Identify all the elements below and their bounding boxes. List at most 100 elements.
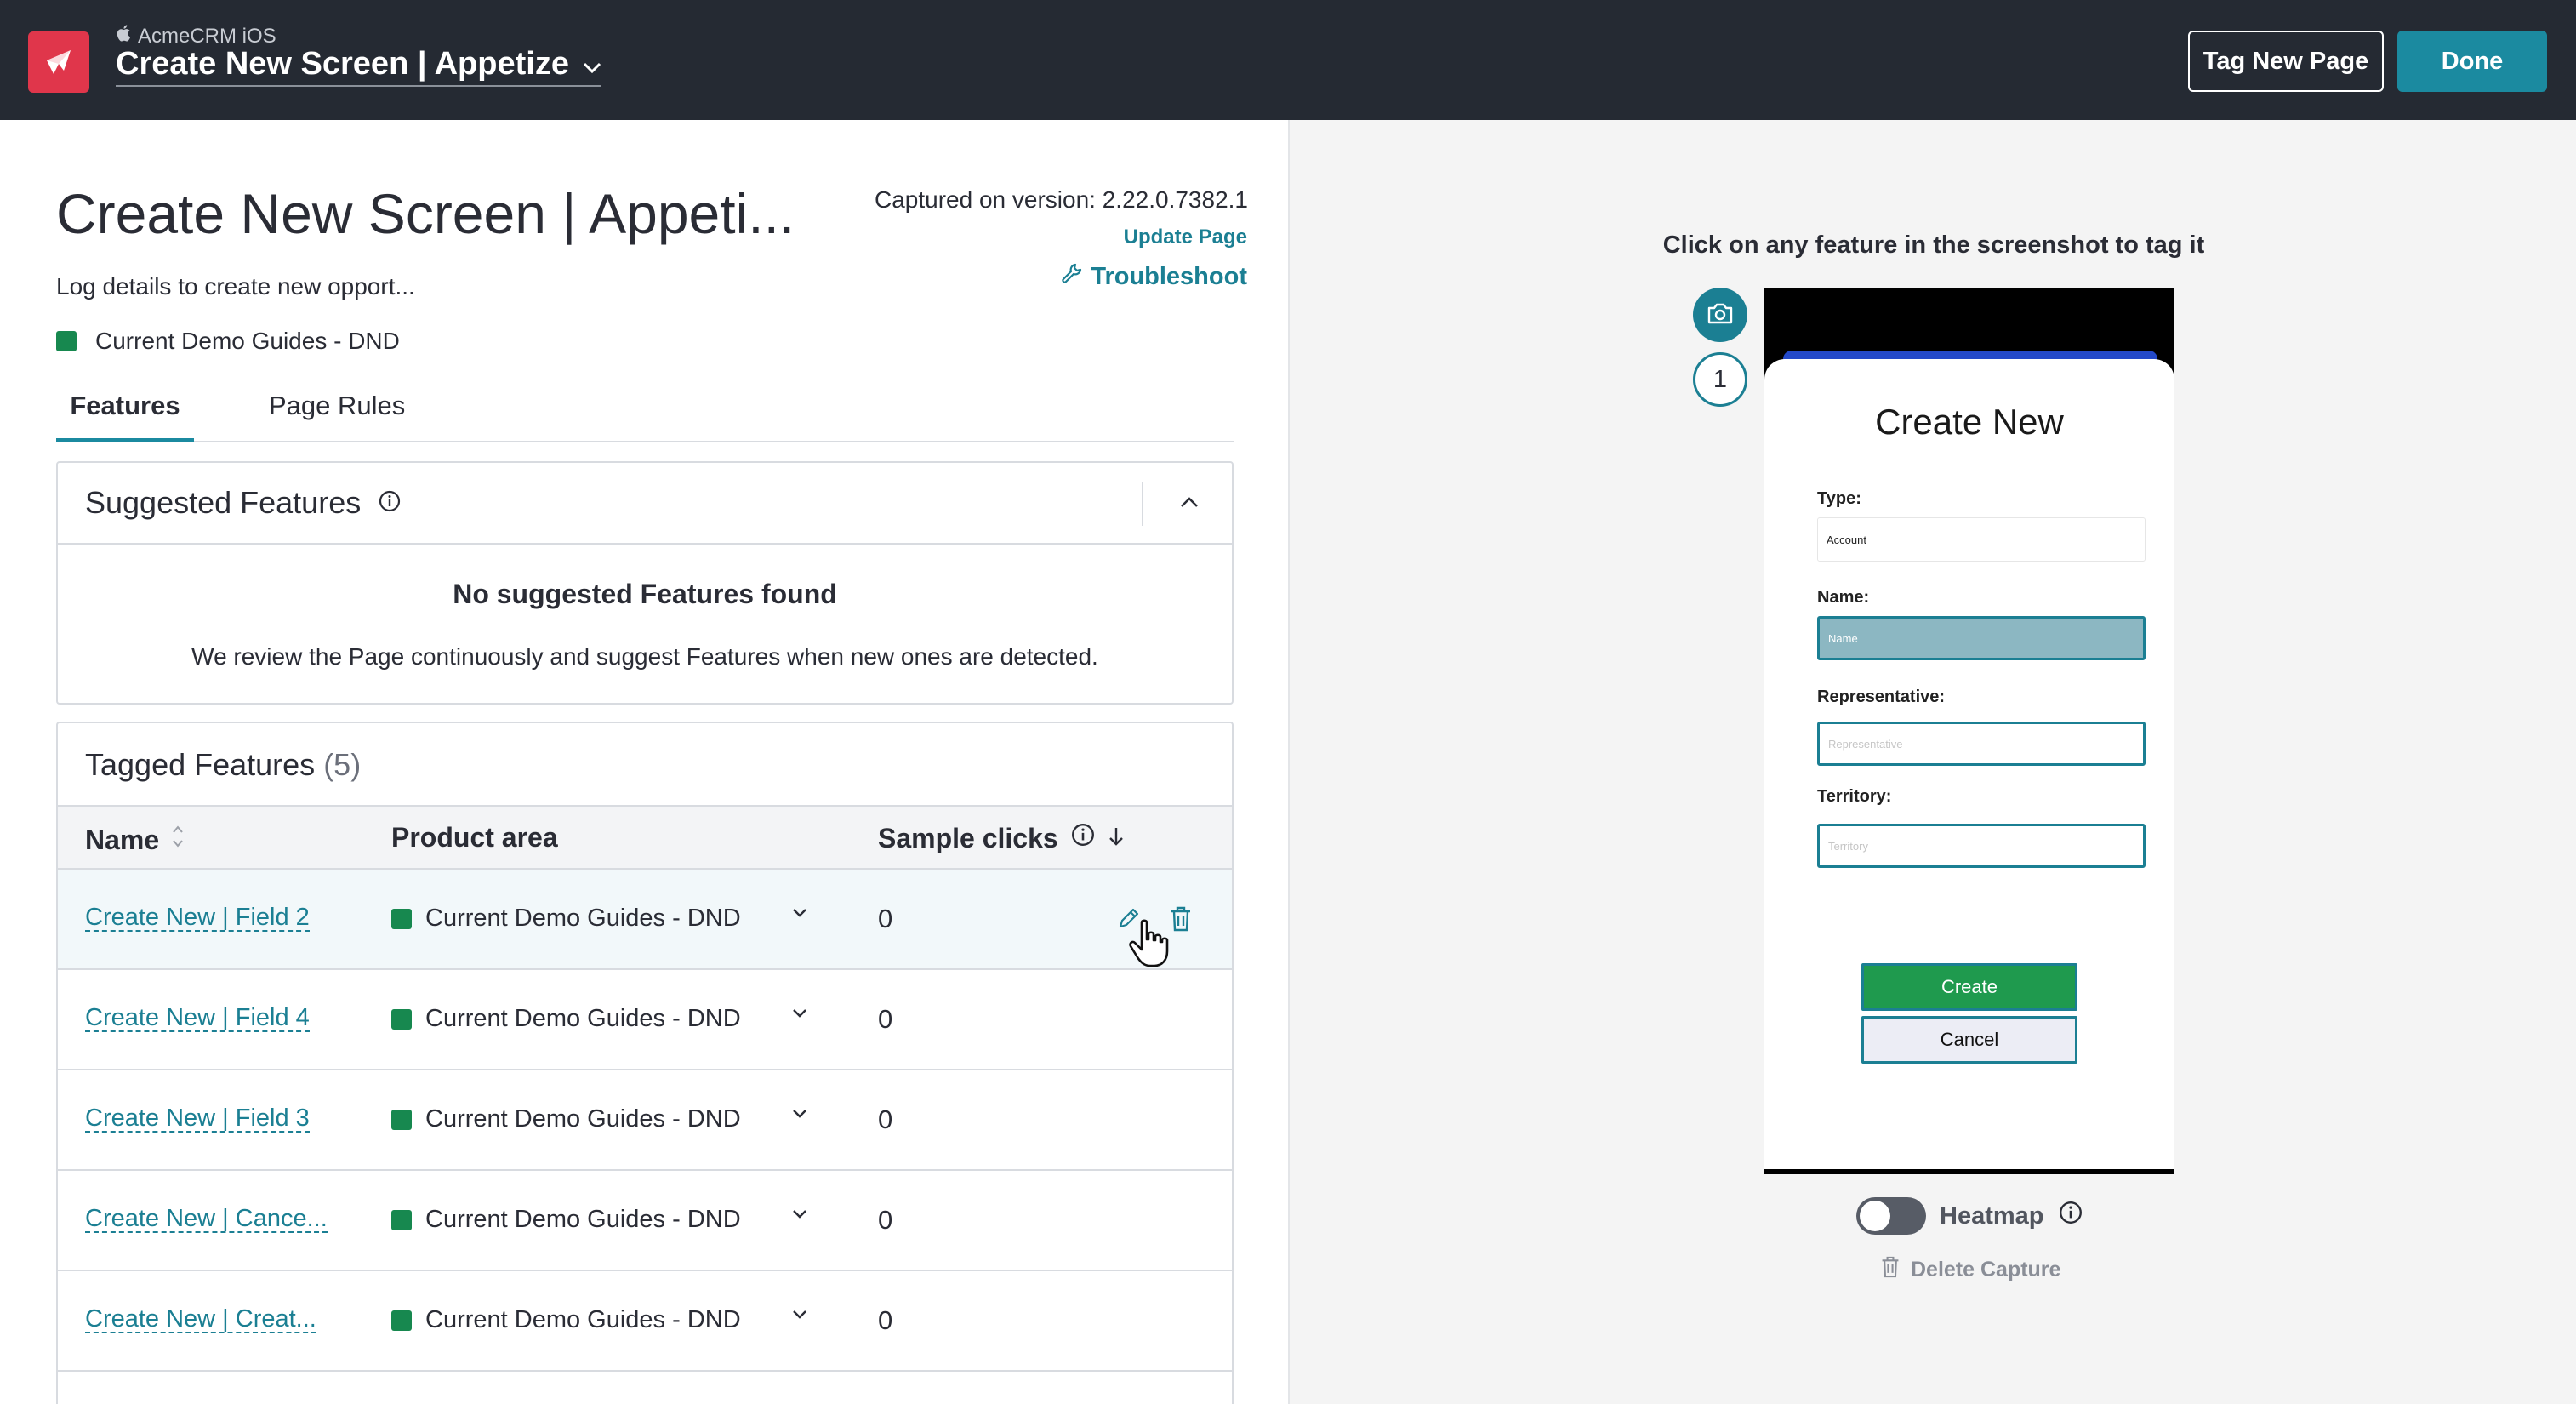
phone-territory-field[interactable]: Territory <box>1817 824 2146 868</box>
page-description: Log details to create new opport... <box>56 273 415 300</box>
feature-name-link[interactable]: Create New | Field 2 <box>85 905 310 932</box>
collapse-suggested-button[interactable] <box>1172 488 1206 519</box>
feature-name-link[interactable]: Create New | Field 4 <box>85 1005 310 1032</box>
table-row[interactable]: Create New | Creat... Current Demo Guide… <box>58 1271 1232 1372</box>
product-area-label: Current Demo Guides - DND <box>425 1306 741 1333</box>
preview-instruction: Click on any feature in the screenshot t… <box>1662 231 2205 259</box>
chevron-down-icon[interactable] <box>791 1007 808 1024</box>
page-product-area: Current Demo Guides - DND <box>56 328 400 355</box>
product-area-swatch <box>391 1310 412 1331</box>
delete-capture-button[interactable]: Delete Capture <box>1880 1255 2060 1285</box>
table-row[interactable]: Create New | Cance... Current Demo Guide… <box>58 1171 1232 1271</box>
product-area-cell: Current Demo Guides - DND <box>391 1005 741 1033</box>
product-area-cell: Current Demo Guides - DND <box>391 905 741 933</box>
sample-clicks-value: 0 <box>878 1104 893 1134</box>
chevron-down-icon[interactable] <box>791 1309 808 1325</box>
sample-clicks-value: 0 <box>878 1205 893 1235</box>
product-area-label: Current Demo Guides - DND <box>95 328 400 354</box>
tab-page-rules[interactable]: Page Rules <box>269 377 405 442</box>
header-divider <box>1142 482 1143 526</box>
product-area-swatch <box>391 1109 412 1130</box>
chevron-up-icon <box>1180 496 1199 512</box>
feature-name-link[interactable]: Create New | Creat... <box>85 1306 316 1333</box>
app-screenshot: Create New Type: Account Name: Name Repr… <box>1764 288 2174 1174</box>
phone-create-button[interactable]: Create <box>1861 963 2077 1011</box>
phone-type-label[interactable]: Type: <box>1817 489 1861 509</box>
arrow-down-icon <box>1108 823 1125 854</box>
update-page-link[interactable]: Update Page <box>1124 225 1247 249</box>
camera-icon <box>1707 301 1734 329</box>
tag-new-page-button[interactable]: Tag New Page <box>2188 31 2384 92</box>
product-area-swatch <box>56 331 77 351</box>
phone-screen: Create New Type: Account Name: Name Repr… <box>1764 359 2174 1169</box>
column-header-sample-clicks[interactable]: Sample clicks <box>878 822 1125 854</box>
chevron-down-icon[interactable] <box>791 907 808 923</box>
row-actions <box>1116 905 1193 937</box>
chevron-down-icon[interactable] <box>791 1208 808 1224</box>
page-details-panel: Create New Screen | Appeti... Log detail… <box>0 120 1288 1404</box>
chevron-down-icon[interactable] <box>791 1108 808 1124</box>
feature-name-link[interactable]: Create New | Cance... <box>85 1206 328 1233</box>
trash-icon[interactable] <box>1169 905 1193 937</box>
phone-type-field[interactable]: Account <box>1817 517 2146 562</box>
table-header: Name Product area Sample clicks <box>58 807 1232 870</box>
column-clicks-label: Sample clicks <box>878 822 1058 853</box>
sample-clicks-value: 0 <box>878 1305 893 1335</box>
phone-territory-label[interactable]: Territory: <box>1817 787 1891 807</box>
page-selector-label: Create New Screen | Appetize <box>116 46 569 82</box>
tagged-features-header: Tagged Features (5) <box>58 723 1232 807</box>
suggested-features-card: Suggested Features No suggested Features… <box>56 461 1234 705</box>
apple-icon <box>116 24 131 49</box>
suggested-features-title-row: Suggested Features <box>85 485 402 521</box>
chevron-down-icon <box>583 46 601 83</box>
column-header-name[interactable]: Name <box>85 822 185 858</box>
top-bar: AcmeCRM iOS Create New Screen | Appetize… <box>0 0 2576 120</box>
heatmap-control: Heatmap <box>1856 1197 2083 1235</box>
product-area-cell: Current Demo Guides - DND <box>391 1206 741 1234</box>
heatmap-label: Heatmap <box>1940 1201 2044 1230</box>
sample-clicks-value: 0 <box>878 904 893 933</box>
page-title: Create New Screen | Appeti... <box>56 182 795 245</box>
product-area-label: Current Demo Guides - DND <box>425 1005 741 1032</box>
product-area-label: Current Demo Guides - DND <box>425 1206 741 1233</box>
done-button[interactable]: Done <box>2397 31 2547 92</box>
capture-button[interactable] <box>1693 288 1747 342</box>
phone-title[interactable]: Create New <box>1764 402 2174 442</box>
capture-1-button[interactable]: 1 <box>1693 352 1747 407</box>
trash-icon <box>1880 1255 1901 1285</box>
phone-representative-field[interactable]: Representative <box>1817 722 2146 766</box>
troubleshoot-label: Troubleshoot <box>1091 262 1247 290</box>
toggle-knob <box>1860 1201 1890 1231</box>
info-icon[interactable] <box>2058 1200 2083 1232</box>
delete-capture-label: Delete Capture <box>1911 1258 2061 1281</box>
tab-bar: Features Page Rules <box>56 377 1234 442</box>
table-row[interactable]: Create New | Field 4 Current Demo Guides… <box>58 970 1232 1070</box>
column-area-label: Product area <box>391 822 558 853</box>
phone-name-field[interactable]: Name <box>1817 616 2146 660</box>
product-area-label: Current Demo Guides - DND <box>425 905 741 932</box>
column-header-product-area[interactable]: Product area <box>391 822 558 853</box>
phone-cancel-button[interactable]: Cancel <box>1861 1016 2077 1064</box>
info-icon[interactable] <box>1070 822 1096 854</box>
heatmap-toggle[interactable] <box>1856 1197 1926 1235</box>
app-name: AcmeCRM iOS <box>138 24 276 48</box>
wrench-icon <box>1060 261 1084 292</box>
tab-features[interactable]: Features <box>56 377 194 442</box>
table-row[interactable]: Create New | Field 3 Current Demo Guides… <box>58 1070 1232 1171</box>
phone-name-label[interactable]: Name: <box>1817 588 1869 608</box>
troubleshoot-link[interactable]: Troubleshoot <box>1060 261 1247 292</box>
product-area-cell: Current Demo Guides - DND <box>391 1105 741 1133</box>
tagged-features-title: Tagged Features <box>85 747 316 782</box>
feature-name-link[interactable]: Create New | Field 3 <box>85 1105 310 1133</box>
pencil-icon[interactable] <box>1116 905 1142 937</box>
page-selector[interactable]: Create New Screen | Appetize <box>116 46 601 87</box>
suggested-features-title: Suggested Features <box>85 485 362 520</box>
pendo-logo <box>28 31 89 93</box>
phone-representative-label[interactable]: Representative: <box>1817 688 1945 707</box>
product-area-cell: Current Demo Guides - DND <box>391 1306 741 1334</box>
suggested-features-header: Suggested Features <box>58 463 1232 545</box>
tagged-features-title-row: Tagged Features (5) <box>85 747 361 783</box>
table-row[interactable]: Create New | Field 2 Current Demo Guides… <box>58 870 1232 970</box>
info-icon[interactable] <box>378 485 402 521</box>
screenshot-preview-panel: Click on any feature in the screenshot t… <box>1288 120 2576 1404</box>
